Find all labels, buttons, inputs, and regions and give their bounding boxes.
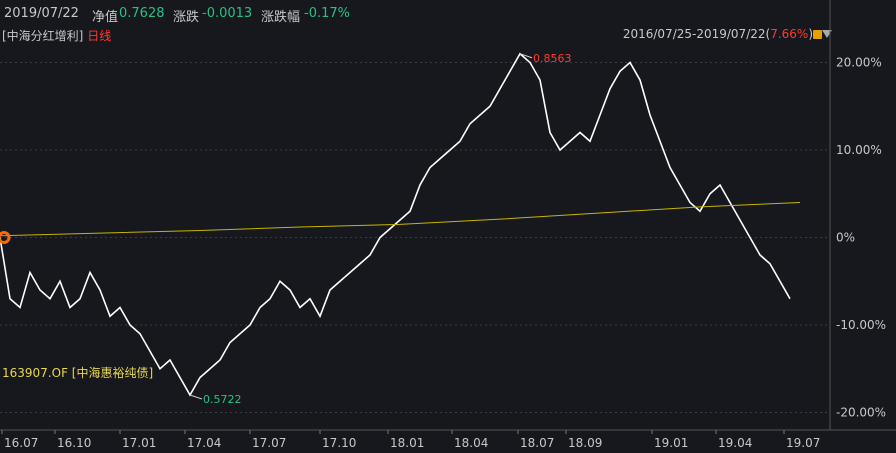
x-tick-label: 18.04	[454, 436, 488, 450]
y-tick-label: -10.00%	[836, 318, 886, 332]
x-tick-label: 17.04	[187, 436, 221, 450]
x-tick-label: 18.01	[390, 436, 424, 450]
min-annotation: 0.5722	[203, 393, 242, 406]
plot-area: 20.00% 10.00% 0% -10.00% -20.00% 16.07 16.10 17…	[0, 0, 896, 450]
x-tick-label: 17.07	[252, 436, 286, 450]
y-tick-label: 10.00%	[836, 143, 882, 157]
compare-fund-label: 163907.OF [中海惠裕纯债]	[2, 366, 154, 380]
max-annotation: 0.8563	[533, 52, 572, 65]
x-tick-label: 19.04	[718, 436, 752, 450]
x-tick-label: 16.07	[4, 436, 38, 450]
x-tick-label: 18.07	[520, 436, 554, 450]
x-tick-label: 18.09	[568, 436, 602, 450]
y-tick-label: -20.00%	[836, 406, 886, 420]
min-annotation-line	[189, 394, 203, 400]
y-tick-label: 20.00%	[836, 56, 882, 70]
x-tick-label: 17.10	[322, 436, 356, 450]
x-tick-label: 17.01	[122, 436, 156, 450]
x-tick-label: 19.07	[786, 436, 820, 450]
chart-root: 2019/07/22 净值 0.7628 涨跌 -0.0013 涨跌幅 -0.1…	[0, 0, 896, 453]
y-tick-label: 0%	[836, 231, 855, 245]
x-tick-label: 16.10	[57, 436, 91, 450]
x-tick-label: 19.01	[654, 436, 688, 450]
